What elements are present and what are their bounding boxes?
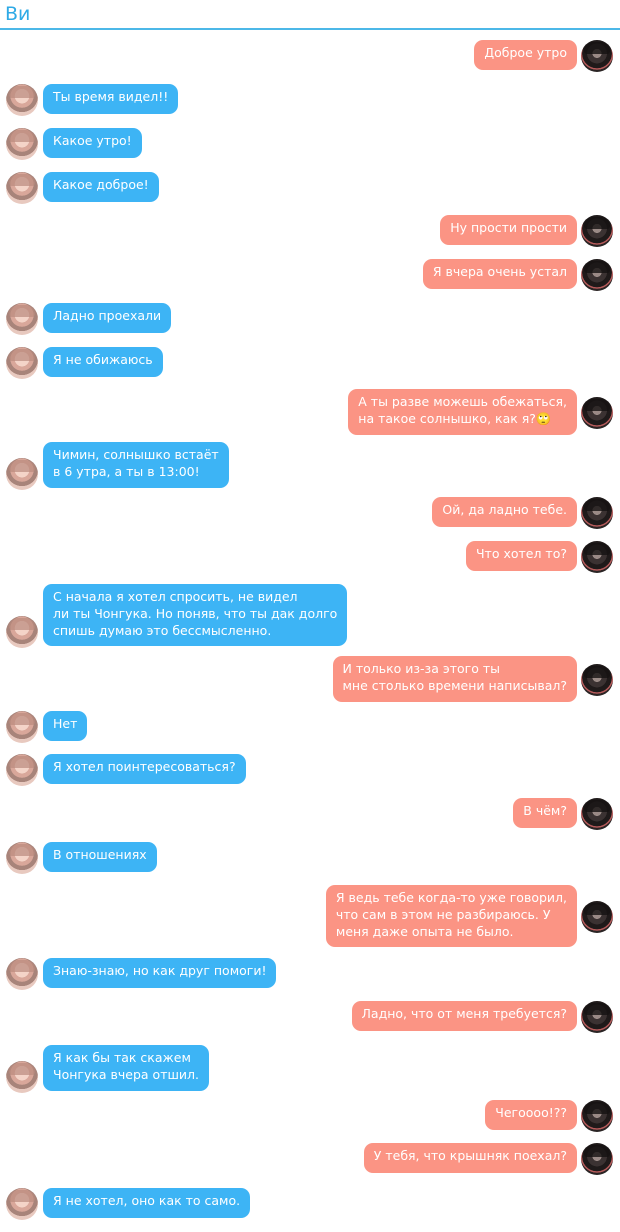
- message-row: Ладно проехали: [0, 303, 620, 335]
- message-row: Какое утро!: [0, 128, 620, 160]
- message-row: Ты время видел!!: [0, 84, 620, 116]
- message-row: Ой, да ладно тебе.: [0, 497, 620, 529]
- message-row: Я ведь тебе когда-то уже говорил, что са…: [0, 885, 620, 947]
- outgoing-message[interactable]: Доброе утро: [474, 40, 577, 70]
- incoming-message[interactable]: Я не хотел, оно как то само.: [43, 1188, 251, 1218]
- message-row: Ладно, что от меня требуется?: [0, 1001, 620, 1033]
- outgoing-message[interactable]: Что хотел то?: [465, 541, 577, 571]
- contact-avatar[interactable]: [6, 128, 38, 160]
- contact-avatar[interactable]: [6, 347, 38, 379]
- outgoing-message[interactable]: А ты разве можешь обежаться, на такое со…: [348, 389, 577, 435]
- outgoing-message[interactable]: У тебя, что крышняк поехал?: [363, 1143, 577, 1173]
- outgoing-message[interactable]: Ладно, что от меня требуется?: [351, 1001, 577, 1031]
- incoming-message[interactable]: Знаю-знаю, но как друг помоги!: [43, 958, 277, 988]
- message-row: С начала я хотел спросить, не видел ли т…: [0, 584, 620, 648]
- contact-avatar[interactable]: [6, 458, 38, 490]
- message-row: А ты разве можешь обежаться, на такое со…: [0, 389, 620, 435]
- message-row: В отношениях: [0, 842, 620, 874]
- incoming-message[interactable]: Ладно проехали: [43, 303, 172, 333]
- contact-avatar[interactable]: [6, 754, 38, 786]
- chat-title[interactable]: Ви: [5, 2, 30, 26]
- user-avatar[interactable]: [581, 215, 613, 247]
- message-row: Знаю-знаю, но как друг помоги!: [0, 958, 620, 990]
- user-avatar[interactable]: [581, 1143, 613, 1175]
- incoming-message[interactable]: Ты время видел!!: [43, 84, 179, 114]
- incoming-message[interactable]: Какое доброе!: [43, 172, 159, 202]
- incoming-message[interactable]: В отношениях: [43, 842, 157, 872]
- chat-header: Ви: [0, 0, 620, 30]
- message-row: Чимин, солнышко встаёт в 6 утра, а ты в …: [0, 442, 620, 490]
- outgoing-message[interactable]: В чём?: [513, 798, 577, 828]
- user-avatar[interactable]: [581, 40, 613, 72]
- message-row: Я вчера очень устал: [0, 259, 620, 291]
- contact-avatar[interactable]: [6, 711, 38, 743]
- message-row: Какое доброе!: [0, 172, 620, 204]
- contact-avatar[interactable]: [6, 1188, 38, 1220]
- contact-avatar[interactable]: [6, 958, 38, 990]
- incoming-message[interactable]: Я не обижаюсь: [43, 347, 163, 377]
- message-row: У тебя, что крышняк поехал?: [0, 1143, 620, 1175]
- message-row: Доброе утро: [0, 40, 620, 72]
- outgoing-message[interactable]: Я ведь тебе когда-то уже говорил, что са…: [325, 885, 577, 947]
- contact-avatar[interactable]: [6, 616, 38, 648]
- message-row: В чём?: [0, 798, 620, 830]
- contact-avatar[interactable]: [6, 84, 38, 116]
- contact-avatar[interactable]: [6, 1061, 38, 1093]
- user-avatar[interactable]: [581, 901, 613, 933]
- outgoing-message[interactable]: Ой, да ладно тебе.: [432, 497, 577, 527]
- message-row: Я хотел поинтересоваться?: [0, 754, 620, 786]
- message-row: Я как бы так скажем Чонгука вчера отшил.: [0, 1045, 620, 1093]
- user-avatar[interactable]: [581, 798, 613, 830]
- contact-avatar[interactable]: [6, 172, 38, 204]
- user-avatar[interactable]: [581, 497, 613, 529]
- message-row: И только из-за этого ты мне столько врем…: [0, 656, 620, 702]
- user-avatar[interactable]: [581, 541, 613, 573]
- outgoing-message[interactable]: Чегоооо!??: [485, 1100, 577, 1130]
- contact-avatar[interactable]: [6, 842, 38, 874]
- outgoing-message[interactable]: Ну прости прости: [440, 215, 577, 245]
- user-avatar[interactable]: [581, 397, 613, 429]
- user-avatar[interactable]: [581, 1001, 613, 1033]
- user-avatar[interactable]: [581, 259, 613, 291]
- message-row: Ну прости прости: [0, 215, 620, 247]
- user-avatar[interactable]: [581, 1100, 613, 1132]
- message-row: Нет: [0, 711, 620, 743]
- incoming-message[interactable]: Чимин, солнышко встаёт в 6 утра, а ты в …: [43, 442, 229, 488]
- message-row: Что хотел то?: [0, 541, 620, 573]
- incoming-message[interactable]: Я хотел поинтересоваться?: [43, 754, 246, 784]
- outgoing-message[interactable]: И только из-за этого ты мне столько врем…: [332, 656, 577, 702]
- incoming-message[interactable]: Нет: [43, 711, 88, 741]
- outgoing-message[interactable]: Я вчера очень устал: [422, 259, 577, 289]
- incoming-message[interactable]: Какое утро!: [43, 128, 142, 158]
- incoming-message[interactable]: Я как бы так скажем Чонгука вчера отшил.: [43, 1045, 210, 1091]
- user-avatar[interactable]: [581, 664, 613, 696]
- message-row: Я не обижаюсь: [0, 347, 620, 379]
- contact-avatar[interactable]: [6, 303, 38, 335]
- message-row: Чегоооо!??: [0, 1100, 620, 1132]
- incoming-message[interactable]: С начала я хотел спросить, не видел ли т…: [43, 584, 348, 646]
- message-row: Я не хотел, оно как то само.: [0, 1188, 620, 1220]
